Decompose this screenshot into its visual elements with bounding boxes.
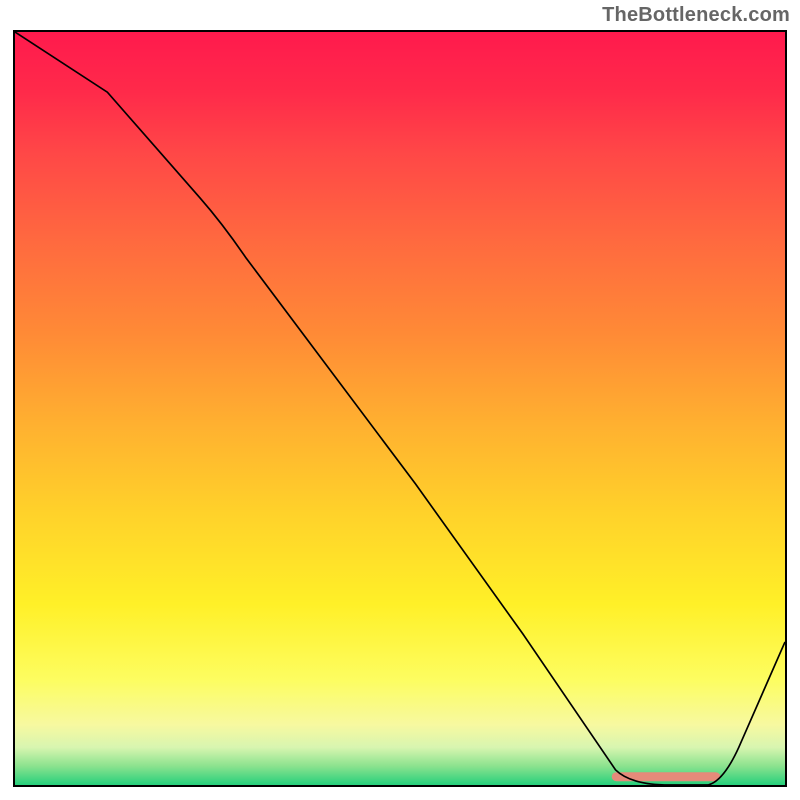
trough-marker-bar (612, 772, 721, 781)
curve-layer (15, 32, 785, 785)
chart-container: TheBottleneck.com (0, 0, 800, 800)
watermark-label: TheBottleneck.com (602, 4, 790, 27)
bottleneck-curve (15, 32, 785, 785)
plot-area (13, 30, 787, 787)
